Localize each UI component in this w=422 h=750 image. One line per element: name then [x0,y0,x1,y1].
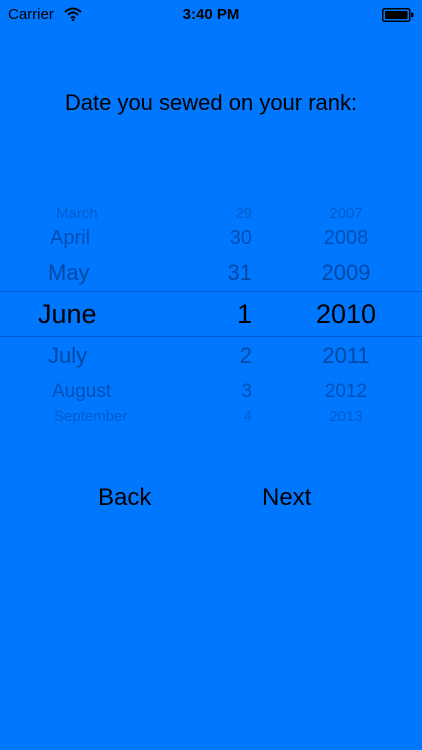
status-bar: Carrier 3:40 PM [0,0,422,30]
month-option[interactable]: August [52,382,111,401]
year-column[interactable]: 2007 2008 2009 2010 2011 2012 2013 [270,195,422,435]
year-option[interactable]: 2008 [270,228,422,248]
year-option[interactable]: 2007 [270,206,422,221]
year-option[interactable]: 2012 [270,382,422,401]
month-option[interactable]: April [50,228,90,248]
month-option[interactable]: June [38,301,97,328]
month-option[interactable]: May [48,262,90,284]
year-option[interactable]: 2010 [270,301,422,328]
next-button[interactable]: Next [262,484,311,512]
status-time: 3:40 PM [182,6,240,23]
battery-icon [382,8,414,22]
day-option[interactable]: 1 [237,301,252,328]
month-option[interactable]: September [54,409,127,424]
day-option[interactable]: 31 [228,262,252,284]
month-option[interactable]: March [56,206,98,221]
prompt-label: Date you sewed on your rank: [64,90,358,115]
back-button[interactable]: Back [98,484,151,512]
day-column[interactable]: 29 30 31 1 2 3 4 [200,195,270,435]
date-picker[interactable]: March April May June July August September 29 3… [0,195,422,435]
year-option[interactable]: 2013 [270,409,422,424]
day-option[interactable]: 3 [241,382,252,401]
day-option[interactable]: 29 [235,206,252,221]
year-option[interactable]: 2011 [270,345,422,367]
month-column[interactable]: March April May June July August September [0,195,200,435]
year-option[interactable]: 2009 [270,262,422,284]
month-option[interactable]: July [48,345,87,367]
day-option[interactable]: 30 [230,228,252,248]
day-option[interactable]: 2 [240,345,252,367]
day-option[interactable]: 4 [244,409,252,424]
